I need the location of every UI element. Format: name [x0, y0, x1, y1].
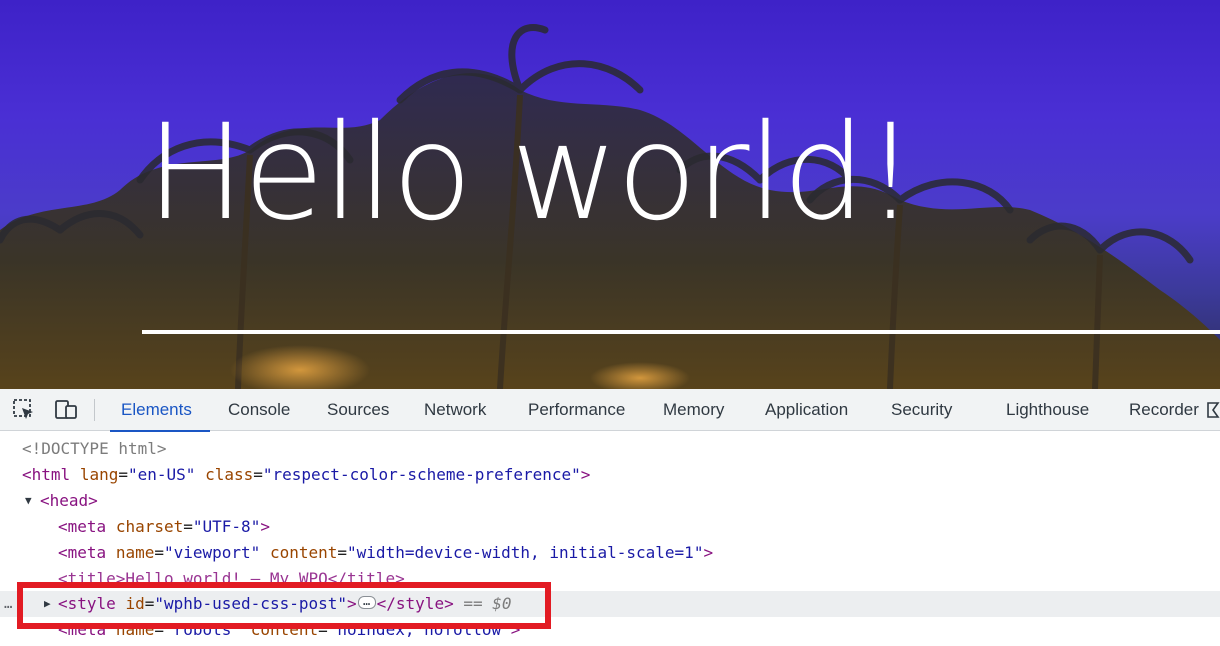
meta-tag-open: <meta	[58, 620, 107, 639]
tab-security[interactable]: Security	[891, 389, 952, 431]
tab-sources[interactable]: Sources	[327, 389, 389, 431]
expand-triangle-icon[interactable]: ▼	[25, 488, 32, 514]
tree-row-meta-robots[interactable]: <meta name="robots" content="noindex, no…	[0, 617, 1220, 643]
expand-triangle-icon[interactable]: ▶	[44, 591, 51, 617]
attr-id: id	[125, 594, 145, 613]
tree-row-head[interactable]: ▼ <head>	[0, 488, 1220, 514]
style-tag-end: >	[347, 594, 357, 613]
attr-lang: lang	[79, 465, 119, 484]
doctype-text: <!DOCTYPE html>	[22, 439, 167, 458]
inspect-element-icon[interactable]	[11, 397, 37, 423]
html-tag-open: <html	[22, 465, 71, 484]
meta-tag-close: >	[510, 620, 521, 639]
attr-content-value: "width=device-width, initial-scale=1"	[347, 543, 704, 562]
tree-row-doctype[interactable]: <!DOCTYPE html>	[0, 436, 1220, 462]
tab-memory[interactable]: Memory	[663, 389, 724, 431]
meta-tag-open: <meta	[58, 517, 107, 536]
attr-charset-value: "UTF-8"	[192, 517, 261, 536]
tab-recorder[interactable]: Recorder	[1129, 389, 1199, 431]
attr-content-value: "noindex, nofollow"	[327, 620, 511, 639]
tab-console[interactable]: Console	[228, 389, 290, 431]
tab-network[interactable]: Network	[424, 389, 486, 431]
meta-tag-close: >	[260, 517, 270, 536]
title-tag-text: <title>Hello world! – My WPO</title>	[58, 569, 405, 588]
html-tag-close: >	[580, 465, 591, 484]
devtools-toolbar: Elements Console Sources Network Perform…	[0, 389, 1220, 432]
tree-row-html[interactable]: <html lang="en-US" class="respect-color-…	[0, 462, 1220, 488]
attr-class: class	[205, 465, 254, 484]
style-tag-open: <style	[58, 594, 116, 613]
tree-row-meta-charset[interactable]: <meta charset="UTF-8">	[0, 514, 1220, 540]
style-close-tag: </style>	[376, 594, 454, 613]
attr-content: content	[269, 543, 338, 562]
selected-node-marker: == $0	[463, 594, 512, 613]
attr-name-value: "viewport"	[163, 543, 261, 562]
row-actions-dots-icon[interactable]: …	[4, 591, 12, 617]
attr-name: name	[115, 620, 155, 639]
meta-tag-open: <meta	[58, 543, 107, 562]
attr-content: content	[250, 620, 319, 639]
attr-id-value: "wphb-used-css-post"	[154, 594, 347, 613]
page-title: Hello world!	[146, 96, 917, 250]
tab-performance[interactable]: Performance	[528, 389, 625, 431]
toolbar-divider	[94, 399, 95, 421]
attr-name: name	[115, 543, 155, 562]
elements-tree: <!DOCTYPE html> <html lang="en-US" class…	[0, 431, 1220, 646]
tab-application[interactable]: Application	[765, 389, 848, 431]
meta-tag-close: >	[703, 543, 714, 562]
attr-charset: charset	[115, 517, 184, 536]
head-tag: <head>	[40, 491, 98, 510]
attr-lang-value: "en-US"	[127, 465, 196, 484]
page-hero: Hello world!	[0, 0, 1220, 389]
tree-row-style-selected[interactable]: … ▶ <style id="wphb-used-css-post">… </st…	[0, 591, 1220, 617]
tree-row-title[interactable]: <title>Hello world! – My WPO</title>	[0, 566, 1220, 592]
recorder-icon[interactable]	[1206, 401, 1220, 424]
attr-class-value: "respect-color-scheme-preference"	[262, 465, 581, 484]
attr-name-value: "robots"	[163, 620, 242, 639]
tab-elements[interactable]: Elements	[110, 389, 210, 432]
tab-lighthouse[interactable]: Lighthouse	[1006, 389, 1089, 431]
collapsed-content-ellipsis-icon[interactable]: …	[357, 595, 376, 609]
title-underline	[142, 330, 1220, 334]
tree-row-meta-viewport[interactable]: <meta name="viewport" content="width=dev…	[0, 540, 1220, 566]
device-toolbar-icon[interactable]	[53, 397, 79, 423]
